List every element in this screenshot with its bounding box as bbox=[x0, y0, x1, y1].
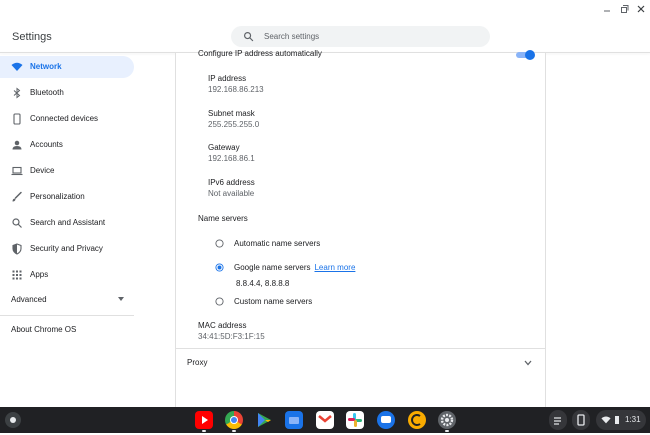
sidebar-item-label: Bluetooth bbox=[30, 88, 64, 97]
settings-icon[interactable] bbox=[438, 411, 456, 432]
auto-ip-label: Configure IP address automatically bbox=[198, 49, 322, 58]
c-letter-icon bbox=[411, 414, 421, 426]
close-button[interactable] bbox=[635, 3, 647, 15]
play-store-icon[interactable] bbox=[255, 411, 273, 429]
chevron-down-icon[interactable] bbox=[524, 360, 532, 366]
phone-icon bbox=[577, 414, 585, 426]
sidebar: Network Bluetooth Connected devices Acco… bbox=[0, 53, 140, 407]
chrome-icon[interactable] bbox=[225, 411, 243, 432]
battery-icon bbox=[615, 416, 619, 424]
sidebar-item-personalization[interactable]: Personalization bbox=[0, 186, 134, 208]
sidebar-item-label: Device bbox=[30, 166, 55, 175]
caret-down-icon[interactable] bbox=[117, 296, 125, 302]
advanced-toggle[interactable]: Advanced bbox=[11, 295, 47, 304]
sidebar-item-label: Security and Privacy bbox=[30, 244, 103, 253]
search-input[interactable] bbox=[264, 29, 474, 44]
sidebar-item-label: Connected devices bbox=[30, 114, 99, 123]
mac-address-label: MAC address bbox=[198, 321, 247, 330]
google-name-servers-label[interactable]: Google name servers bbox=[234, 263, 310, 272]
search-box[interactable] bbox=[231, 26, 490, 47]
ipv6-address-label: IPv6 address bbox=[208, 178, 255, 187]
chrome-center-icon bbox=[230, 416, 238, 424]
toggle-knob bbox=[525, 50, 535, 60]
radio-automatic-name-servers[interactable] bbox=[215, 239, 224, 248]
gear-icon bbox=[440, 413, 454, 427]
slack-mark-icon bbox=[348, 413, 362, 427]
sidebar-divider bbox=[0, 315, 134, 316]
messages-icon[interactable] bbox=[377, 411, 395, 429]
sidebar-item-bluetooth[interactable]: Bluetooth bbox=[0, 82, 134, 104]
sidebar-item-device[interactable]: Device bbox=[0, 160, 134, 182]
notes-icon bbox=[554, 417, 561, 425]
running-indicator bbox=[232, 430, 236, 432]
subnet-mask-value: 255.255.255.0 bbox=[208, 120, 260, 129]
laptop-icon bbox=[11, 166, 23, 176]
sidebar-item-label: Network bbox=[30, 62, 62, 71]
gateway-value: 192.168.86.1 bbox=[208, 154, 255, 163]
auto-ip-toggle[interactable] bbox=[516, 50, 535, 60]
play-glyph-icon bbox=[202, 416, 208, 424]
sidebar-item-security-and-privacy[interactable]: Security and Privacy bbox=[0, 238, 134, 260]
radio-custom-name-servers[interactable] bbox=[215, 297, 224, 306]
wifi-status-icon bbox=[601, 416, 611, 424]
learn-more-link[interactable]: Learn more bbox=[314, 263, 355, 272]
sidebar-item-search-and-assistant[interactable]: Search and Assistant bbox=[0, 212, 134, 234]
person-icon bbox=[12, 140, 22, 150]
proxy-section[interactable]: Proxy bbox=[176, 349, 545, 377]
gateway-label: Gateway bbox=[208, 143, 240, 152]
running-indicator bbox=[445, 430, 449, 432]
brush-icon bbox=[12, 191, 22, 202]
files-icon[interactable] bbox=[285, 411, 303, 429]
shelf: 1:31 bbox=[0, 407, 650, 433]
launcher-icon bbox=[10, 417, 16, 423]
search-icon bbox=[12, 218, 22, 228]
search-icon bbox=[244, 32, 254, 42]
sidebar-item-accounts[interactable]: Accounts bbox=[0, 134, 134, 156]
envelope-icon bbox=[318, 415, 332, 423]
radio-google-name-servers[interactable] bbox=[215, 263, 224, 272]
ip-address-label: IP address bbox=[208, 74, 247, 83]
restore-button[interactable] bbox=[618, 3, 630, 15]
about-chrome-os-link[interactable]: About Chrome OS bbox=[11, 325, 76, 334]
sidebar-item-label: Personalization bbox=[30, 192, 85, 201]
gmail-icon[interactable] bbox=[316, 411, 334, 429]
name-servers-title: Name servers bbox=[198, 214, 248, 223]
clipboard-tray-button[interactable] bbox=[549, 410, 567, 430]
network-details-panel: Configure IP address automatically IP ad… bbox=[175, 49, 546, 407]
ipv6-address-value: Not available bbox=[208, 189, 255, 198]
chat-bubble-icon bbox=[381, 416, 391, 423]
proxy-label: Proxy bbox=[187, 358, 208, 367]
youtube-icon[interactable] bbox=[195, 411, 213, 432]
app-title: Settings bbox=[12, 31, 52, 43]
sidebar-item-network[interactable]: Network bbox=[0, 56, 134, 78]
play-triangle-icon bbox=[258, 413, 271, 427]
wifi-icon bbox=[11, 62, 23, 71]
slack-icon[interactable] bbox=[346, 411, 364, 429]
sidebar-item-label: Search and Assistant bbox=[30, 218, 106, 227]
shield-icon bbox=[12, 243, 22, 255]
sidebar-item-label: Accounts bbox=[30, 140, 63, 149]
minimize-button[interactable] bbox=[601, 3, 613, 15]
google-dns-value: 8.8.4.4, 8.8.8.8 bbox=[236, 279, 290, 288]
google-name-servers-option: Google name servers Learn more bbox=[234, 263, 355, 272]
automatic-name-servers-label[interactable]: Automatic name servers bbox=[234, 239, 320, 248]
c-app-icon[interactable] bbox=[408, 411, 426, 429]
ip-address-value: 192.168.86.213 bbox=[208, 85, 264, 94]
mac-address-value: 34:41:5D:F3:1F:15 bbox=[198, 332, 265, 341]
apps-grid-icon bbox=[12, 270, 22, 280]
subnet-mask-label: Subnet mask bbox=[208, 109, 255, 118]
custom-name-servers-label[interactable]: Custom name servers bbox=[234, 297, 312, 306]
settings-header: Settings bbox=[0, 0, 650, 52]
sidebar-item-label: Apps bbox=[30, 270, 49, 279]
phone-hub-button[interactable] bbox=[572, 410, 590, 430]
folder-icon bbox=[289, 417, 299, 424]
clock: 1:31 bbox=[625, 415, 641, 424]
sidebar-item-connected-devices[interactable]: Connected devices bbox=[0, 108, 134, 130]
bluetooth-icon bbox=[13, 87, 21, 99]
phone-icon bbox=[13, 113, 21, 125]
sidebar-item-apps[interactable]: Apps bbox=[0, 264, 134, 286]
launcher-button[interactable] bbox=[5, 412, 21, 428]
running-indicator bbox=[202, 430, 206, 432]
